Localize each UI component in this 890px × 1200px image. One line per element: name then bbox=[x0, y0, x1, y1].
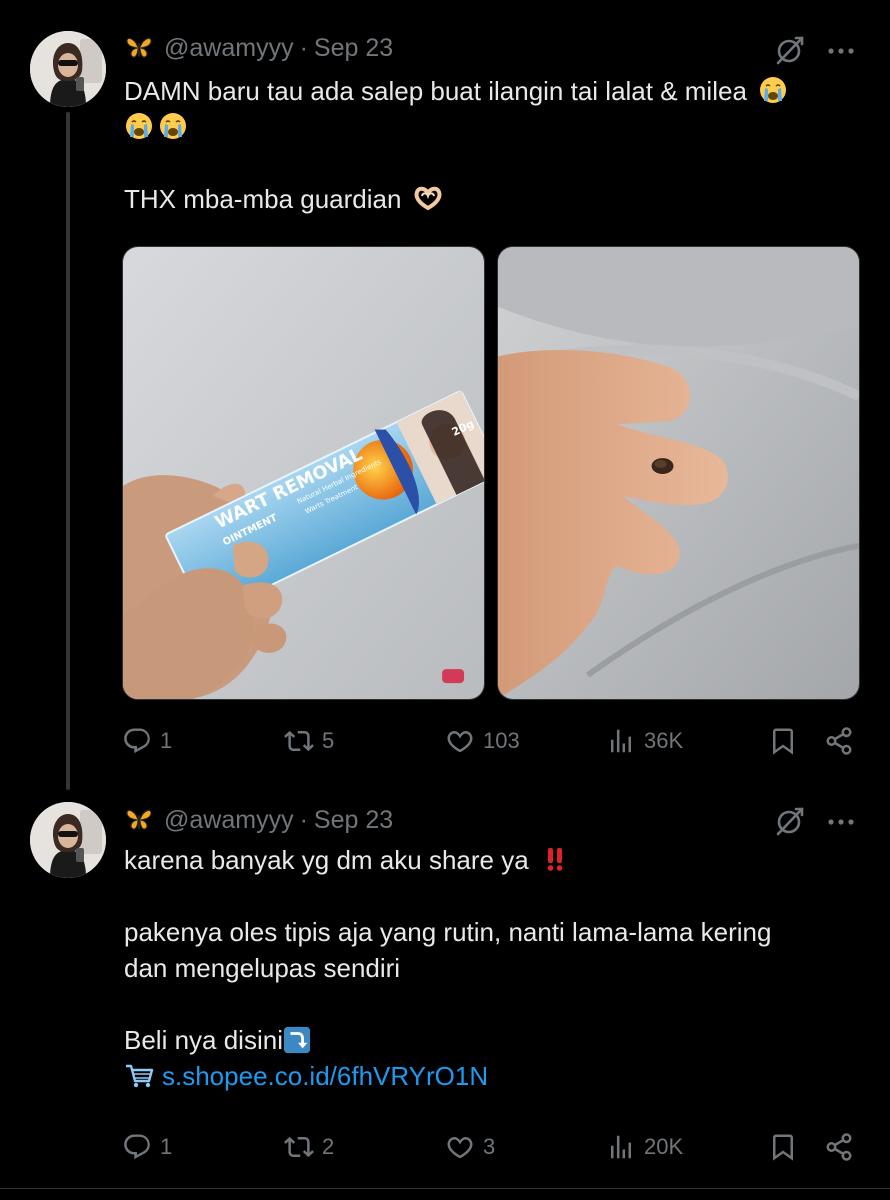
tweet-text: karena banyak yg dm aku share ya pakenya… bbox=[124, 842, 864, 1094]
user-handle[interactable]: @awamyyy bbox=[164, 806, 294, 835]
separator: · bbox=[299, 805, 308, 834]
more-icon[interactable] bbox=[826, 807, 856, 837]
share-button[interactable] bbox=[824, 1127, 862, 1167]
butterfly-icon bbox=[124, 805, 154, 835]
more-icon[interactable] bbox=[826, 36, 856, 66]
separator: · bbox=[299, 33, 308, 62]
share-icon bbox=[824, 726, 854, 756]
tweet-date[interactable]: Sep 23 bbox=[314, 806, 393, 835]
butterfly-icon bbox=[124, 33, 154, 63]
reply-icon bbox=[122, 726, 152, 756]
reply-count: 1 bbox=[160, 728, 173, 753]
views-count: 20K bbox=[644, 1134, 684, 1159]
product-photo[interactable]: WART REMOVAL OINTMENT Natural Herbal Ing… bbox=[122, 246, 485, 700]
views-icon bbox=[606, 1132, 636, 1162]
tweet-text-line bbox=[124, 986, 864, 1022]
crying-emoji bbox=[124, 111, 154, 141]
crying-emoji bbox=[758, 75, 788, 105]
tweet-text-line: THX mba-mba guardian bbox=[124, 181, 864, 217]
views-button[interactable]: 36K bbox=[606, 721, 683, 761]
avatar[interactable] bbox=[30, 31, 106, 107]
tweet-text-line bbox=[124, 145, 864, 181]
tweet[interactable]: @awamyyy · Sep 23 karena banyak yg dm ak… bbox=[0, 790, 890, 1190]
tweet-link-line: s.shopee.co.id/6fhVRYrO1N bbox=[124, 1058, 864, 1094]
thread-line bbox=[66, 112, 70, 790]
tweet-text-line: DAMN baru tau ada salep buat ilangin tai… bbox=[124, 73, 864, 109]
like-count: 3 bbox=[483, 1134, 496, 1159]
reply-button[interactable]: 1 bbox=[122, 721, 172, 761]
tweet-date[interactable]: Sep 23 bbox=[314, 34, 393, 63]
tweet[interactable]: @awamyyy · Sep 23 DAMN baru tau ada sale… bbox=[0, 0, 890, 790]
share-icon bbox=[824, 1132, 854, 1162]
reply-count: 1 bbox=[160, 1134, 173, 1159]
repost-count: 5 bbox=[322, 728, 335, 753]
tweet-text-line bbox=[124, 109, 864, 145]
tweet-text-line bbox=[124, 878, 864, 914]
views-button[interactable]: 20K bbox=[606, 1127, 683, 1167]
views-icon bbox=[606, 726, 636, 756]
user-handle[interactable]: @awamyyy bbox=[164, 34, 294, 63]
tweet-text-line: karena banyak yg dm aku share ya bbox=[124, 842, 864, 878]
divider bbox=[0, 1188, 890, 1189]
like-count: 103 bbox=[483, 728, 520, 753]
bookmark-icon bbox=[768, 1132, 798, 1162]
share-button[interactable] bbox=[824, 721, 862, 761]
repost-count: 2 bbox=[322, 1134, 335, 1159]
like-button[interactable]: 103 bbox=[445, 721, 520, 761]
bookmark-button[interactable] bbox=[768, 721, 806, 761]
media-grid: WART REMOVAL OINTMENT Natural Herbal Ing… bbox=[122, 246, 860, 700]
bookmark-button[interactable] bbox=[768, 1127, 806, 1167]
reply-icon bbox=[122, 1132, 152, 1162]
tweet-header: @awamyyy · Sep 23 bbox=[124, 802, 393, 838]
repost-icon bbox=[284, 1132, 314, 1162]
reply-button[interactable]: 1 bbox=[122, 1127, 172, 1167]
avatar[interactable] bbox=[30, 802, 106, 878]
shopee-link[interactable]: s.shopee.co.id/6fhVRYrO1N bbox=[162, 1061, 488, 1091]
cart-emoji bbox=[124, 1060, 154, 1090]
repost-button[interactable]: 2 bbox=[284, 1127, 334, 1167]
double-exclamation-emoji bbox=[540, 844, 570, 874]
views-count: 36K bbox=[644, 728, 684, 753]
tweet-text-line: dan mengelupas sendiri bbox=[124, 953, 401, 983]
bookmark-icon bbox=[768, 726, 798, 756]
repost-icon bbox=[284, 726, 314, 756]
arrow-down-emoji bbox=[283, 1026, 311, 1054]
like-icon bbox=[445, 726, 475, 756]
tweet-header: @awamyyy · Sep 23 bbox=[124, 30, 393, 66]
repost-button[interactable]: 5 bbox=[284, 721, 334, 761]
tweet-text-line: pakenya oles tipis aja yang rutin, nanti… bbox=[124, 917, 772, 947]
action-bar: 1 5 103 36K bbox=[122, 721, 862, 761]
heart-hands-emoji bbox=[413, 183, 443, 213]
action-bar: 1 2 3 20K bbox=[122, 1127, 862, 1167]
tweet-text: DAMN baru tau ada salep buat ilangin tai… bbox=[124, 73, 864, 217]
grok-icon[interactable] bbox=[774, 805, 806, 837]
crying-emoji bbox=[158, 111, 188, 141]
tweet-text-line: Beli nya disini bbox=[124, 1022, 864, 1058]
grok-icon[interactable] bbox=[774, 34, 806, 66]
mole-photo[interactable] bbox=[497, 246, 860, 700]
like-button[interactable]: 3 bbox=[445, 1127, 495, 1167]
like-icon bbox=[445, 1132, 475, 1162]
